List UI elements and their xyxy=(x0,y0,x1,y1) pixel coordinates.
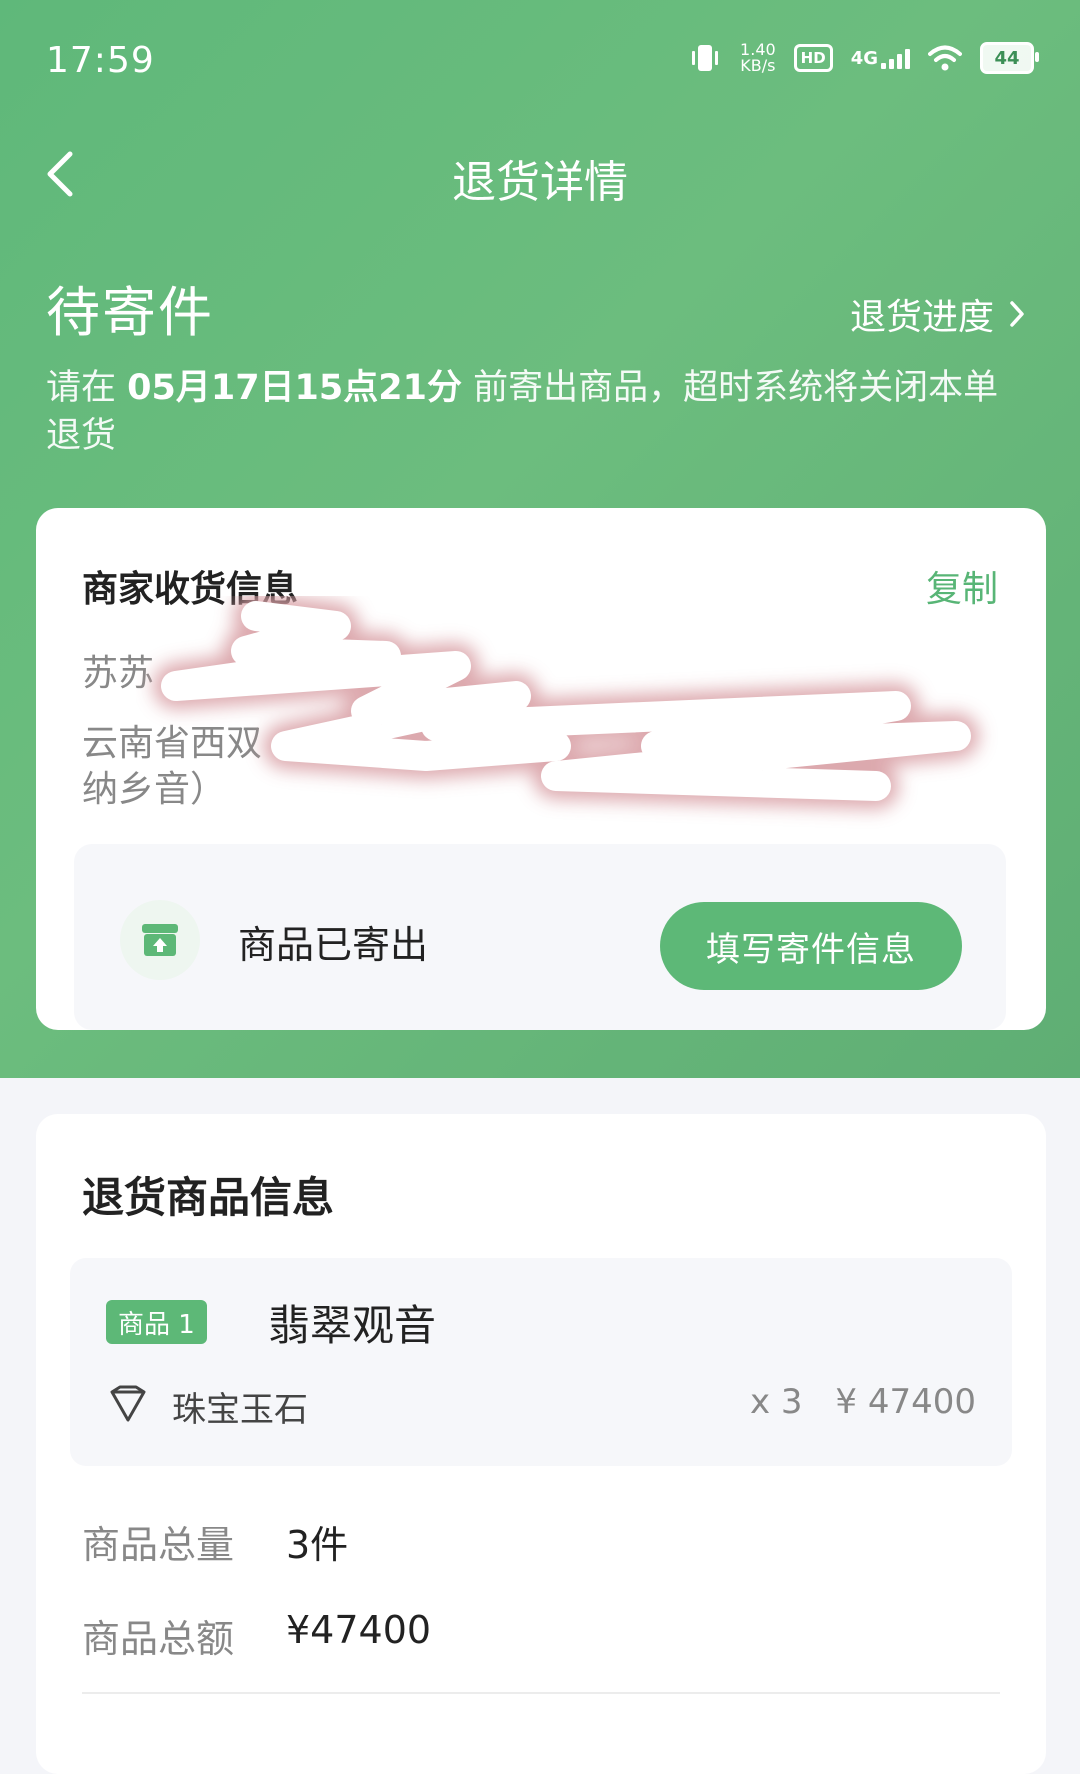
network-type: 4G xyxy=(850,48,878,69)
battery-level: 44 xyxy=(994,47,1020,69)
total-quantity-label: 商品总量 xyxy=(82,1523,235,1567)
signal-icon: 4G xyxy=(851,47,910,69)
item-tag: 商品 1 xyxy=(106,1300,207,1344)
status-icons: 1.40 KB/s HD 4G 44 xyxy=(688,42,1039,74)
vibrate-icon xyxy=(692,45,719,71)
divider xyxy=(82,1692,1000,1694)
page-title: 退货详情 xyxy=(452,157,628,208)
shipped-label: 商品已寄出 xyxy=(238,923,429,967)
return-status-title: 待寄件 xyxy=(46,281,214,344)
total-amount-row: 商品总额 ¥47400 xyxy=(82,1608,431,1663)
battery-icon: 44 xyxy=(980,42,1039,74)
item-quantity: x 3 xyxy=(750,1382,803,1422)
net-speed: 1.40 KB/s xyxy=(740,42,776,74)
total-amount-label: 商品总额 xyxy=(82,1617,235,1661)
merchant-address-card: 商家收货信息 复制 苏苏 云南省西双 纳乡音） 商品已寄出 填写寄件信息 xyxy=(36,508,1046,1030)
gem-icon xyxy=(110,1385,146,1422)
deadline-notice: 请在 05月17日15点21分 前寄出商品，超时系统将关闭本单退货 xyxy=(46,364,1026,460)
hd-icon: HD xyxy=(793,44,833,72)
return-goods-card: 退货商品信息 商品 1 翡翠观音 珠宝玉石 x 3 ¥ 47400 商品总量 3… xyxy=(36,1114,1046,1774)
deadline-prefix: 请在 xyxy=(46,368,128,408)
goods-item[interactable]: 商品 1 翡翠观音 珠宝玉石 x 3 ¥ 47400 xyxy=(70,1258,1012,1466)
item-price: ¥ 47400 xyxy=(835,1382,976,1422)
total-amount-value: ¥47400 xyxy=(286,1608,432,1652)
deadline-time: 05月17日15点21分 xyxy=(127,368,462,408)
wifi-icon xyxy=(928,45,962,71)
total-quantity-row: 商品总量 3件 xyxy=(82,1514,348,1569)
total-quantity-value: 3件 xyxy=(286,1523,349,1567)
status-bar: 17:59 1.40 KB/s HD 4G 44 xyxy=(0,0,1080,120)
fill-shipping-info-button[interactable]: 填写寄件信息 xyxy=(660,902,962,990)
status-time: 17:59 xyxy=(46,40,155,81)
shipped-panel: 商品已寄出 填写寄件信息 xyxy=(74,844,1006,1030)
net-speed-unit: KB/s xyxy=(740,56,776,75)
redaction-scribble xyxy=(153,596,979,809)
item-category: 珠宝玉石 xyxy=(172,1390,308,1430)
return-goods-title: 退货商品信息 xyxy=(82,1173,335,1222)
return-progress-label: 退货进度 xyxy=(849,297,994,338)
package-icon xyxy=(120,900,200,980)
item-name: 翡翠观音 xyxy=(268,1301,437,1350)
return-progress-link[interactable]: 退货进度 xyxy=(850,288,1026,340)
chevron-right-icon xyxy=(1010,301,1024,327)
